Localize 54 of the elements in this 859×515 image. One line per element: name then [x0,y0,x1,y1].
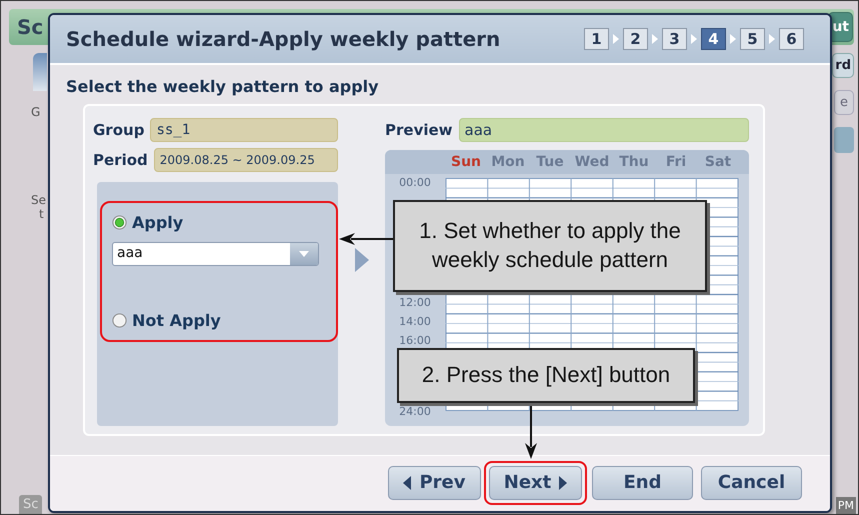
pattern-dropdown[interactable]: aaa [112,242,319,266]
callout-arrow [525,403,537,459]
step-arrow-icon [612,33,620,45]
caret-icon [403,476,412,490]
time-label: 00:00 [399,175,431,191]
callout-arrow [339,233,393,245]
step-indicator: 4 [701,28,726,50]
radio-button[interactable]: Not Apply [112,311,326,330]
side-block [834,127,854,153]
preview-field: aaa [458,118,749,142]
day-header: Wed [574,154,610,170]
clock-label: PM [836,497,856,514]
step-indicator: 5 [740,28,765,50]
instruction-text: Select the weekly pattern to apply [65,76,380,98]
step-arrow-icon [651,33,659,45]
period-field: 2009.08.25 ~ 2009.09.25 [154,148,338,172]
radio-button[interactable]: Apply [112,213,326,232]
dialog-button[interactable]: End [592,466,693,500]
dropdown-caret-icon [298,250,310,258]
side-label: t [38,207,44,221]
step-arrow-icon [729,33,737,45]
time-label: 24:00 [399,404,431,420]
day-header: Mon [490,154,526,170]
period-label: Period [93,151,148,169]
dialog-button[interactable]: Cancel [701,466,802,500]
step-arrow-icon [690,33,698,45]
step-indicator: 1 [584,28,609,50]
group-label: Group [93,121,144,139]
time-label: 16:00 [399,333,431,350]
step-indicator: 3 [662,28,687,50]
step-indicator: 6 [779,28,804,50]
preview-label: Preview [385,121,453,139]
callout-box: 1. Set whether to apply the weekly schedule pattern [393,200,707,292]
next-button[interactable]: Next [489,466,582,500]
caret-icon [559,476,568,490]
time-label: 12:00 [399,295,431,312]
day-header: Fri [664,154,688,170]
step-arrow-icon [768,33,776,45]
app-title: Sc [17,15,44,39]
time-label: 14:00 [399,314,431,330]
side-label: Se [30,193,46,207]
callout-box: 2. Press the [Next] button [397,348,695,403]
day-header: Sun [450,154,482,170]
day-header: Tue [535,154,565,170]
side-button[interactable]: rd [832,53,854,78]
prev-button[interactable]: Prev [388,466,481,500]
group-field: ss_1 [150,118,338,142]
arrow-right-icon [354,248,368,272]
side-label: G [30,105,40,119]
dialog-title: Schedule wizard-Apply weekly pattern [66,27,500,51]
step-indicator: 2 [623,28,648,50]
day-header: Thu [618,154,650,170]
side-tab[interactable] [33,53,47,91]
day-header: Sat [704,154,732,170]
